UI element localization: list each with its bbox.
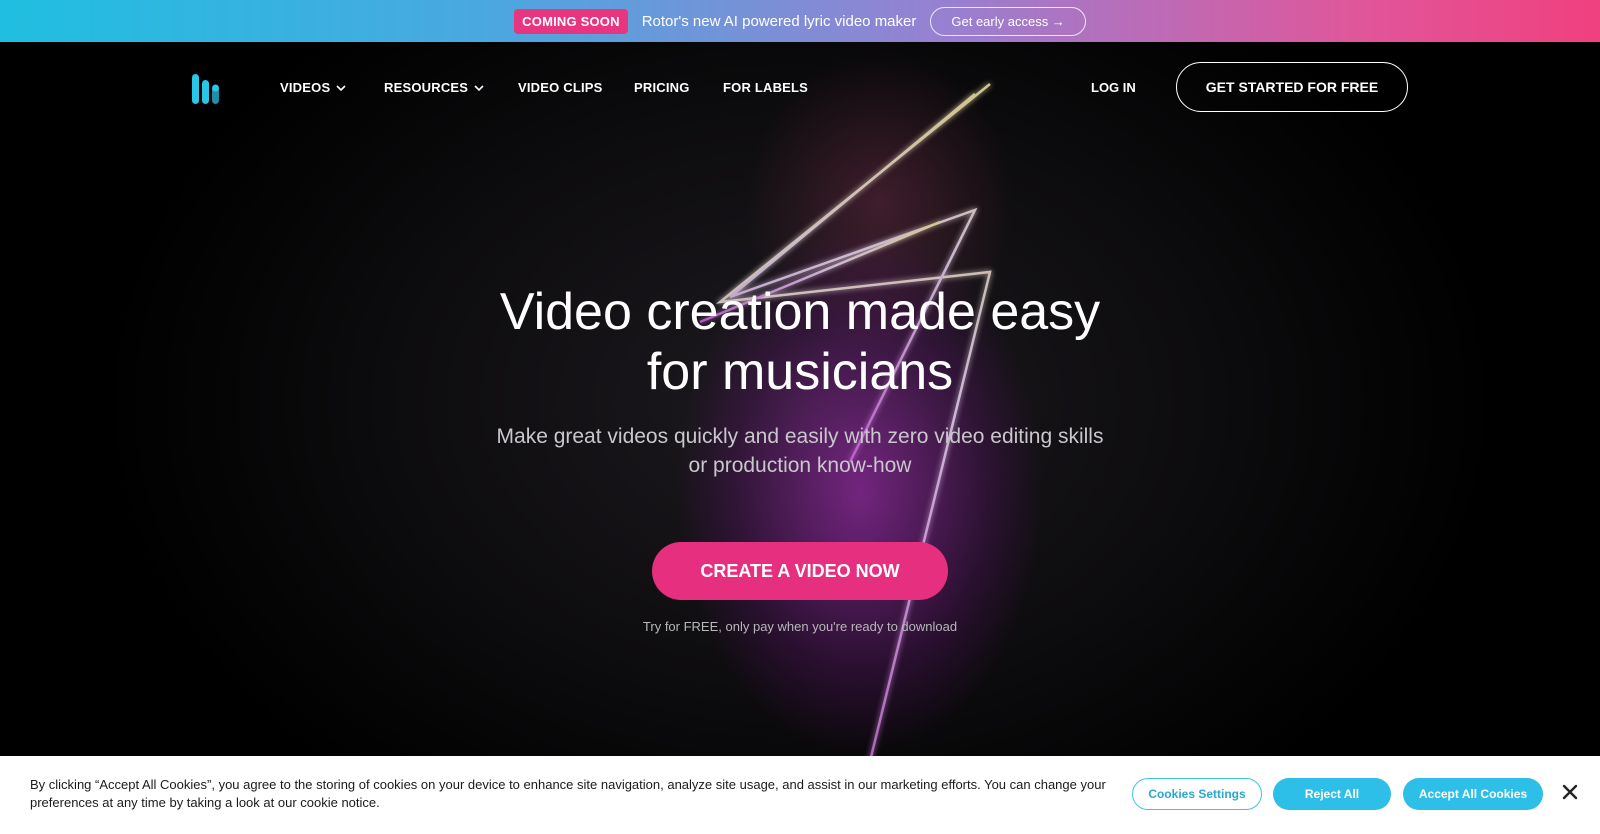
hero-subline: Make great videos quickly and easily wit…	[460, 422, 1140, 480]
cookie-notice-text: By clicking “Accept All Cookies”, you ag…	[30, 777, 1106, 810]
headline-line-2: for musicians	[646, 343, 954, 401]
coming-soon-badge: COMING SOON	[514, 8, 628, 34]
nav-item-label: PRICING	[634, 80, 690, 95]
hero-section: VIDEOS RESOURCES VIDEO CLIPS PRICING FOR…	[0, 42, 1600, 834]
chevron-down-icon	[474, 84, 484, 91]
cookie-banner: By clicking “Accept All Cookies”, you ag…	[0, 756, 1600, 834]
create-video-button[interactable]: CREATE A VIDEO NOW	[652, 542, 948, 600]
nav-item-resources[interactable]: RESOURCES	[384, 80, 484, 95]
subline-line-2: or production know-how	[688, 454, 912, 477]
subline-line-1: Make great videos quickly and easily wit…	[496, 425, 1104, 448]
hero-headline: Video creation made easy for musicians	[400, 282, 1200, 402]
nav-item-video-clips[interactable]: VIDEO CLIPS	[518, 80, 603, 95]
nav-item-label: VIDEO CLIPS	[518, 80, 603, 95]
headline-line-1: Video creation made easy	[499, 283, 1101, 341]
cta-note: Try for FREE, only pay when you're ready…	[642, 619, 958, 634]
reject-all-button[interactable]: Reject All	[1273, 778, 1391, 810]
main-nav: VIDEOS RESOURCES VIDEO CLIPS PRICING FOR…	[0, 62, 1600, 112]
rotor-logo-icon[interactable]	[192, 74, 224, 104]
nav-item-videos[interactable]: VIDEOS	[280, 80, 346, 95]
chevron-down-icon	[336, 84, 346, 91]
nav-item-for-labels[interactable]: FOR LABELS	[723, 80, 808, 95]
cookies-settings-button[interactable]: Cookies Settings	[1132, 778, 1262, 810]
nav-item-label: RESOURCES	[384, 80, 469, 95]
login-link[interactable]: LOG IN	[1091, 80, 1136, 95]
nav-item-label: VIDEOS	[280, 80, 331, 95]
get-started-button[interactable]: GET STARTED FOR FREE	[1176, 62, 1408, 112]
accept-all-cookies-button[interactable]: Accept All Cookies	[1403, 778, 1543, 810]
nav-item-label: FOR LABELS	[723, 80, 809, 95]
close-icon[interactable]	[1560, 782, 1580, 802]
announcement-bar: COMING SOON Rotor's new AI powered lyric…	[0, 0, 1600, 42]
announcement-text: Rotor's new AI powered lyric video maker	[641, 12, 917, 30]
nav-item-pricing[interactable]: PRICING	[634, 80, 690, 95]
get-early-access-button[interactable]: Get early access →	[930, 6, 1086, 36]
